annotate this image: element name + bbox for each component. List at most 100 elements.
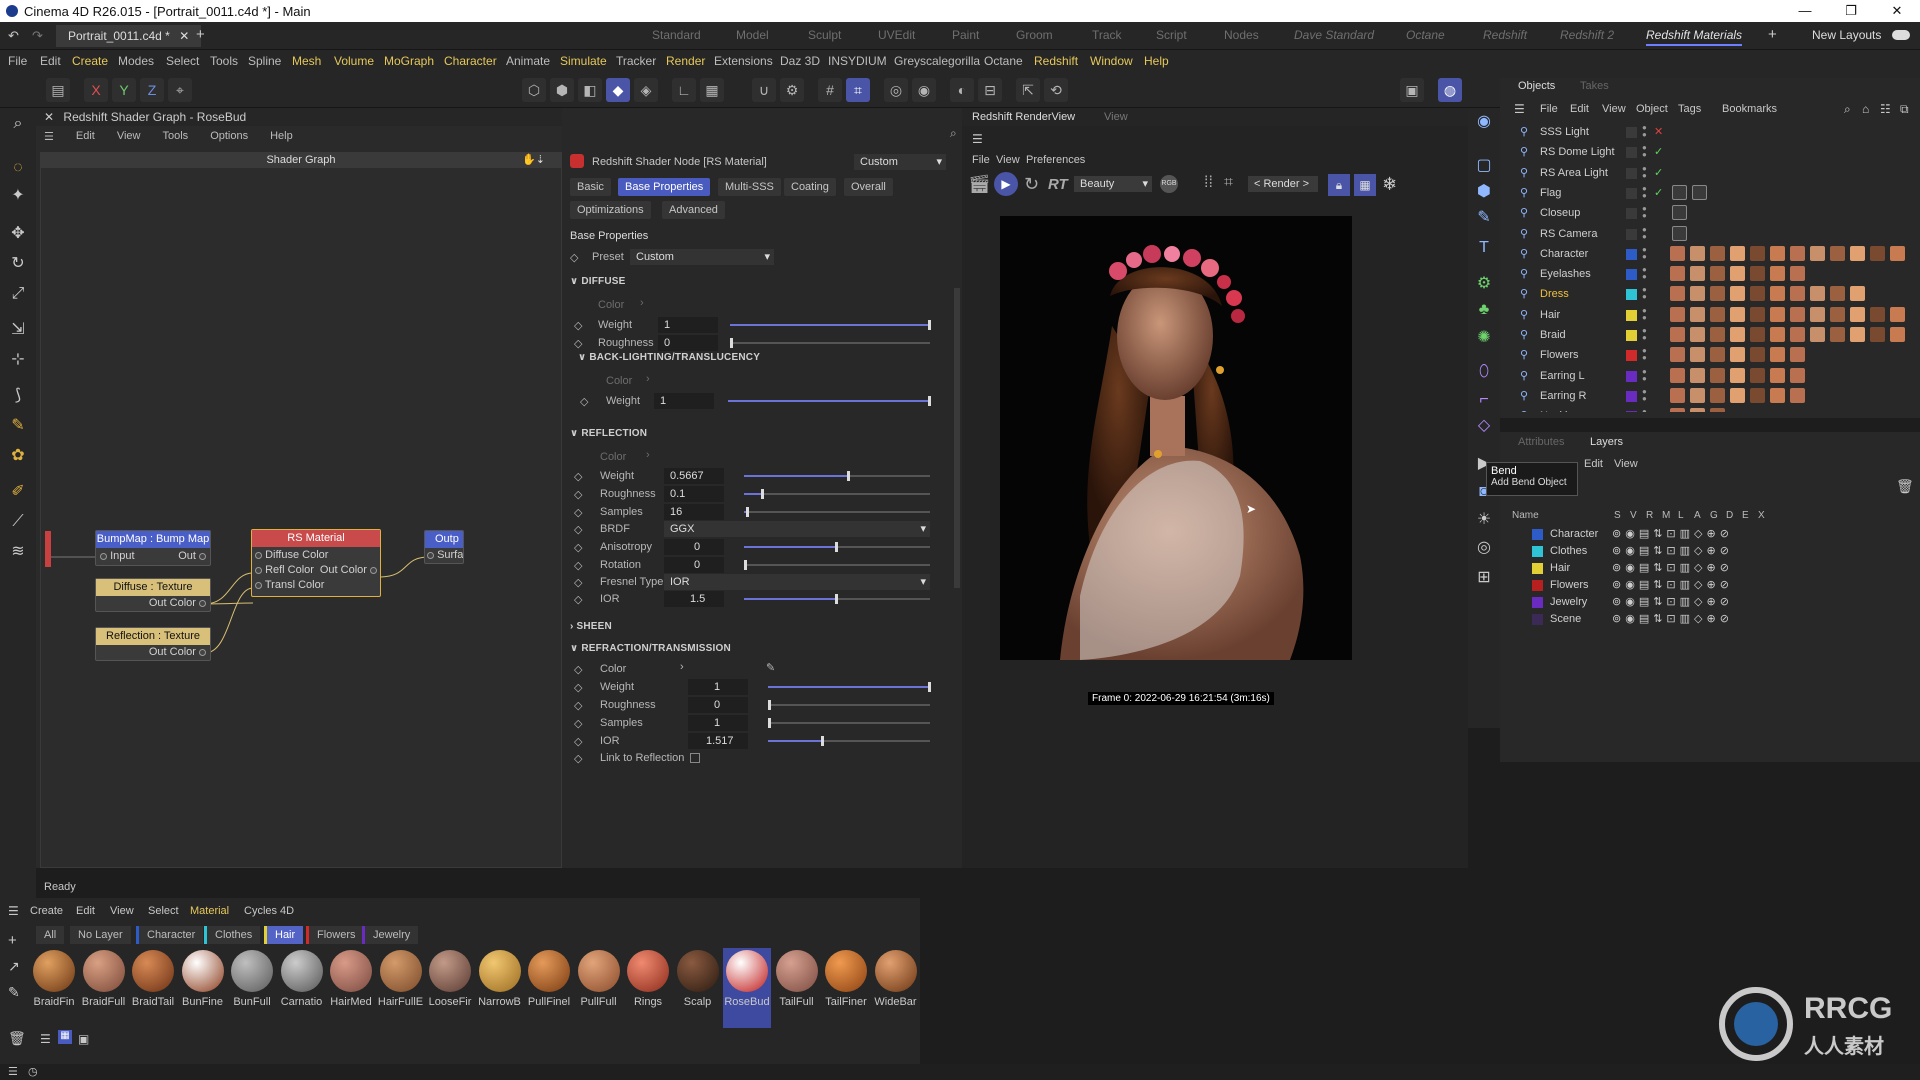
material-tag-icon[interactable] bbox=[1672, 225, 1687, 241]
material-tag-icon[interactable] bbox=[1890, 306, 1905, 322]
material-tag-icon[interactable] bbox=[1690, 347, 1705, 363]
view-tab[interactable]: View bbox=[1104, 111, 1128, 123]
material-tag-icon[interactable] bbox=[1750, 347, 1765, 363]
material-tag-icon[interactable] bbox=[1770, 387, 1785, 403]
coordinate-system-icon[interactable]: ⌖ bbox=[168, 78, 192, 102]
material-item[interactable]: WideBar bbox=[872, 948, 920, 1028]
effector-icon[interactable]: ✺ bbox=[1472, 326, 1496, 350]
backlighting-section[interactable]: ∨ BACK-LIGHTING/TRANSLUCENCY bbox=[578, 352, 760, 363]
render-view-icon[interactable]: ⊟ bbox=[978, 78, 1002, 102]
material-tag-icon[interactable] bbox=[1730, 266, 1745, 282]
material-tag-icon[interactable] bbox=[1672, 184, 1687, 200]
material-item[interactable]: BunFull bbox=[228, 948, 276, 1028]
rotate-icon[interactable]: ↻ bbox=[6, 252, 30, 276]
material-item[interactable]: RoseBud bbox=[723, 948, 771, 1028]
check-icon[interactable]: ◷ bbox=[28, 1065, 38, 1078]
spline-pen-icon[interactable]: ✎ bbox=[1472, 206, 1496, 230]
texture-mode-icon[interactable]: ◈ bbox=[634, 78, 658, 102]
new-tab-icon[interactable]: + bbox=[196, 26, 205, 43]
attributes-tab[interactable]: Attributes bbox=[1518, 436, 1564, 448]
object-row[interactable]: ⚲ Dress ● ● bbox=[1500, 284, 1920, 304]
redo-icon[interactable]: ↷ bbox=[32, 28, 43, 44]
grid-view-icon[interactable]: ▦ bbox=[58, 1030, 72, 1044]
material-tag-icon[interactable] bbox=[1790, 266, 1805, 282]
material-tag-icon[interactable] bbox=[1670, 408, 1685, 412]
material-tag-icon[interactable] bbox=[1750, 387, 1765, 403]
layer-color-swatch[interactable] bbox=[1626, 289, 1637, 301]
refraction-weight-slider[interactable] bbox=[768, 682, 931, 692]
layer-row[interactable]: Clothes ⊚◉▤⇅⊡▥◇⊕⊘ bbox=[1500, 543, 1920, 560]
material-tag-icon[interactable] bbox=[1790, 367, 1805, 383]
object-row[interactable]: ⚲ Earring L ● ● bbox=[1500, 366, 1920, 386]
visibility-dots[interactable]: ●● bbox=[1642, 205, 1647, 220]
material-tag-icon[interactable] bbox=[1850, 306, 1865, 322]
material-item[interactable]: TailFiner bbox=[822, 948, 870, 1028]
keyframe-diamond-icon[interactable]: ◇ bbox=[574, 663, 582, 676]
link-to-reflection-checkbox[interactable] bbox=[690, 753, 700, 763]
obj-menu-view[interactable]: View bbox=[1602, 103, 1626, 115]
diffuse-roughness-slider[interactable] bbox=[730, 338, 930, 348]
keyframe-diamond-icon[interactable]: ◇ bbox=[574, 576, 582, 589]
material-tag-icon[interactable] bbox=[1672, 205, 1687, 221]
material-tag-icon[interactable] bbox=[1710, 266, 1725, 282]
material-item[interactable]: HairMed bbox=[327, 948, 375, 1028]
material-item[interactable]: NarrowB bbox=[476, 948, 524, 1028]
material-tag-icon[interactable] bbox=[1790, 387, 1805, 403]
rs-out-color-port[interactable]: Out Color bbox=[320, 564, 377, 576]
material-tag-icon[interactable] bbox=[1670, 327, 1685, 342]
object-row[interactable]: ⚲ Braid ● ● bbox=[1500, 325, 1920, 345]
hamburger-icon[interactable]: ☰ bbox=[8, 1065, 18, 1078]
keyframe-diamond-icon[interactable]: ◇ bbox=[574, 319, 582, 332]
material-item[interactable]: HairFullE bbox=[377, 948, 425, 1028]
material-tag-icon[interactable] bbox=[1750, 306, 1765, 322]
x-axis-lock-icon[interactable]: X bbox=[84, 78, 108, 102]
object-row[interactable]: ⚲ Flowers ● ● bbox=[1500, 345, 1920, 365]
layer-color-swatch[interactable] bbox=[1626, 248, 1637, 260]
layer-row[interactable]: Scene ⊚◉▤⇅⊡▥◇⊕⊘ bbox=[1500, 611, 1920, 628]
keyframe-diamond-icon[interactable]: ◇ bbox=[574, 681, 582, 694]
visibility-dots[interactable]: ●● bbox=[1642, 367, 1647, 382]
refraction-roughness-field[interactable]: 0 bbox=[688, 697, 748, 713]
reflection-ior-field[interactable]: 1.5 bbox=[664, 591, 724, 607]
brdf-dropdown[interactable]: GGX ▾ bbox=[664, 521, 930, 537]
hamburger-icon[interactable]: ☰ bbox=[1514, 102, 1525, 116]
layer-menu-view[interactable]: View bbox=[1614, 458, 1638, 470]
attr-scrollbar[interactable] bbox=[954, 288, 960, 588]
material-tag-icon[interactable] bbox=[1730, 367, 1745, 383]
sg-menu-tools[interactable]: Tools bbox=[163, 130, 189, 142]
material-item[interactable]: PullFinel bbox=[525, 948, 573, 1028]
layout-tab-octane[interactable]: Octane bbox=[1406, 28, 1445, 42]
sg-menu-options[interactable]: Options bbox=[210, 130, 248, 142]
filter-flowers[interactable]: Flowers bbox=[306, 926, 364, 944]
refraction-weight-field[interactable]: 1 bbox=[688, 679, 748, 695]
layer-color-swatch[interactable] bbox=[1532, 529, 1543, 540]
render-settings-icon[interactable]: ◉ bbox=[912, 78, 936, 102]
keyframe-diamond-icon[interactable]: ◇ bbox=[574, 337, 582, 350]
diffuse-color-port[interactable]: Diffuse Color bbox=[255, 549, 328, 561]
layer-color-swatch[interactable] bbox=[1626, 228, 1637, 240]
tab-base-properties[interactable]: Base Properties bbox=[618, 178, 711, 196]
obj-menu-tags[interactable]: Tags bbox=[1678, 103, 1701, 115]
hamburger-icon[interactable]: ☰ bbox=[8, 904, 19, 918]
chevron-right-icon[interactable]: › bbox=[646, 449, 650, 461]
disabled-icon[interactable]: ✕ bbox=[1654, 125, 1663, 138]
mat-menu-edit[interactable]: Edit bbox=[76, 905, 95, 917]
workplane-icon[interactable]: ▦ bbox=[700, 78, 724, 102]
menu-redshift[interactable]: Redshift bbox=[1034, 54, 1078, 68]
material-item[interactable]: Carnatio bbox=[278, 948, 326, 1028]
clapper-icon[interactable]: 🎬︎ bbox=[968, 174, 991, 195]
layer-color-swatch[interactable] bbox=[1626, 350, 1637, 362]
deformer-icon[interactable]: ⬯ bbox=[1472, 360, 1496, 384]
layout-tab-sculpt[interactable]: Sculpt bbox=[808, 28, 841, 42]
grid-icon[interactable]: # bbox=[818, 78, 842, 102]
material-item[interactable]: BraidTail bbox=[129, 948, 177, 1028]
material-item[interactable]: PullFull bbox=[575, 948, 623, 1028]
layer-color-swatch[interactable] bbox=[1626, 187, 1637, 199]
knife-icon[interactable]: ⟋ bbox=[6, 510, 30, 534]
layer-row[interactable]: Jewelry ⊚◉▤⇅⊡▥◇⊕⊘ bbox=[1500, 594, 1920, 611]
points-mode-icon[interactable]: ⬡ bbox=[522, 78, 546, 102]
grid-view-icon[interactable]: ▦ bbox=[1354, 174, 1376, 196]
menu-modes[interactable]: Modes bbox=[118, 54, 154, 68]
material-tag-icon[interactable] bbox=[1710, 286, 1725, 302]
menu-help[interactable]: Help bbox=[1144, 54, 1169, 68]
